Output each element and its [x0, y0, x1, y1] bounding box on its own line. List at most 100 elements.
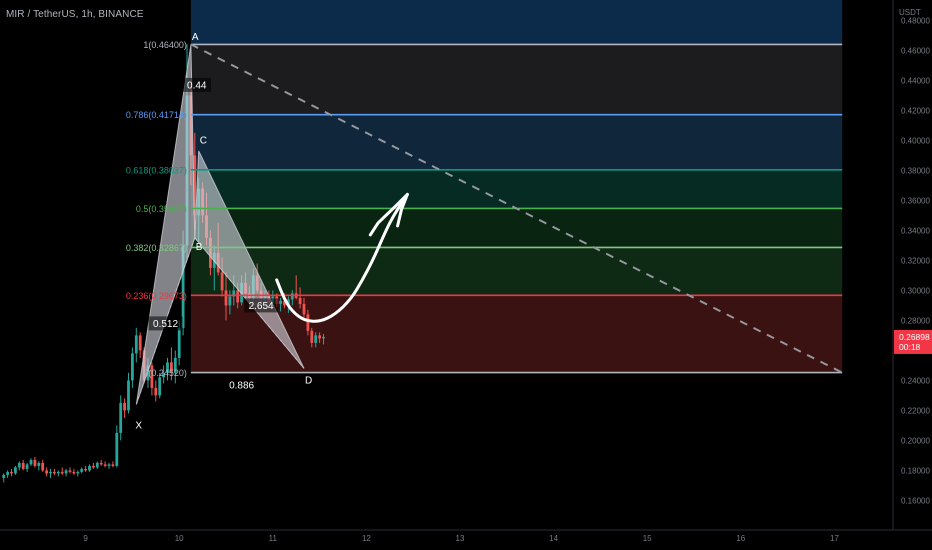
price-axis-unit: USDT [899, 8, 921, 17]
candle-body [279, 300, 282, 304]
candle-body [154, 387, 158, 396]
last-price-countdown: 00:18 [899, 342, 921, 352]
time-tick-label: 15 [643, 534, 652, 543]
price-tick-label: 0.22000 [901, 406, 930, 415]
candle-body [123, 402, 126, 411]
fib-label-0.786: 0.786(0.41714) [126, 110, 187, 120]
candle-body [107, 464, 111, 466]
time-tick-label: 17 [830, 534, 839, 543]
fib-label-1: 1(0.46400) [143, 40, 187, 50]
candle-body [92, 465, 95, 468]
ratio-label: 0.512 [153, 319, 178, 330]
price-tick-label: 0.34000 [901, 226, 930, 235]
candle-body [158, 377, 162, 396]
price-tick-label: 0.18000 [901, 466, 930, 475]
candle-body [84, 468, 87, 471]
candle-body [298, 297, 302, 304]
fib-zone-above [190, 0, 843, 45]
candle-body [306, 314, 310, 331]
pattern-point-a: A [192, 32, 199, 43]
price-tick-label: 0.24000 [901, 376, 930, 385]
fib-label-0.618: 0.618(0.38037) [126, 165, 187, 175]
fib-label-0.382: 0.382(0.32867) [126, 243, 187, 253]
candle-body [111, 464, 115, 466]
time-tick-label: 13 [456, 534, 465, 543]
candle-body [236, 290, 240, 303]
ratio-label: 0.44 [187, 80, 207, 91]
candle-body [64, 470, 68, 474]
price-tick-label: 0.20000 [901, 436, 930, 445]
time-tick-label: 9 [83, 534, 88, 543]
fib-label-0.236: 0.236(0.29673) [126, 291, 187, 301]
price-tick-label: 0.38000 [901, 166, 930, 175]
candle-body [131, 353, 134, 381]
candle-body [88, 465, 91, 471]
price-tick-label: 0.16000 [901, 496, 930, 505]
fib-zone-0.382-0.236 [190, 247, 843, 296]
price-chart[interactable]: 1(0.46400) 0.786(0.41714) 0.618(0.38037) 0.… [0, 0, 932, 550]
candle-body [134, 335, 138, 354]
pattern-point-d: D [305, 375, 312, 386]
price-tick-label: 0.44000 [901, 76, 930, 85]
candle-body [14, 467, 17, 474]
candle-body [2, 474, 6, 478]
price-tick-label: 0.36000 [901, 196, 930, 205]
price-tick-label: 0.40000 [901, 136, 930, 145]
time-tick-label: 12 [362, 534, 371, 543]
time-tick-label: 11 [269, 534, 278, 543]
pattern-point-x: X [135, 420, 142, 431]
fib-label-0.5: 0.5(0.35462) [136, 204, 187, 214]
candle-body [17, 462, 21, 468]
candle-body [53, 471, 56, 474]
candle-body [60, 471, 64, 474]
fib-label-0: 0(0.24520) [143, 368, 187, 378]
price-tick-label: 0.48000 [901, 16, 930, 25]
candle-body [314, 335, 318, 343]
candle-body [37, 462, 41, 466]
candle-body [76, 471, 80, 474]
candle-body [68, 470, 72, 472]
time-tick-label: 14 [549, 534, 558, 543]
pattern-point-c: C [200, 135, 207, 146]
last-price-value: 0.26898 [899, 332, 930, 342]
candle-body [310, 330, 314, 343]
candle-body [49, 471, 52, 474]
price-tick-label: 0.42000 [901, 106, 930, 115]
pattern-point-b: B [196, 242, 203, 253]
candle-body [322, 336, 325, 339]
fib-zones [190, 0, 843, 373]
price-tick-label: 0.28000 [901, 316, 930, 325]
fib-zone-0.5-0.382 [190, 208, 843, 248]
price-tick-label: 0.46000 [901, 46, 930, 55]
candle-body [318, 335, 321, 339]
candle-body [29, 459, 33, 465]
candle-body [290, 293, 294, 300]
candle-body [6, 471, 9, 475]
fib-zone-0.786-0.618 [190, 114, 843, 170]
candle-body [72, 471, 76, 474]
ratio-label: 2.654 [249, 301, 274, 312]
price-tick-label: 0.30000 [901, 286, 930, 295]
fib-zone-0.618-0.5 [190, 169, 843, 209]
candle-body [95, 462, 99, 468]
time-tick-label: 16 [736, 534, 745, 543]
fib-zone-1-0.786 [190, 44, 843, 115]
candle-body [80, 468, 84, 472]
candle-body [99, 462, 103, 465]
candle-body [41, 462, 45, 471]
candle-body [10, 471, 13, 474]
price-tick-label: 0.32000 [901, 256, 930, 265]
candle-body [103, 464, 107, 466]
candle-body [21, 462, 25, 469]
candle-body [224, 290, 228, 306]
candle-body [33, 459, 37, 466]
candle-body [228, 296, 232, 306]
candle-body [45, 470, 48, 474]
time-tick-label: 10 [175, 534, 184, 543]
symbol-header: MIR / TetherUS, 1h, BINANCE [6, 9, 144, 20]
candle-body [138, 335, 142, 351]
candle-body [220, 272, 224, 291]
candle-body [119, 402, 123, 433]
candle-body [115, 432, 119, 466]
ratio-label: 0.886 [229, 380, 254, 391]
